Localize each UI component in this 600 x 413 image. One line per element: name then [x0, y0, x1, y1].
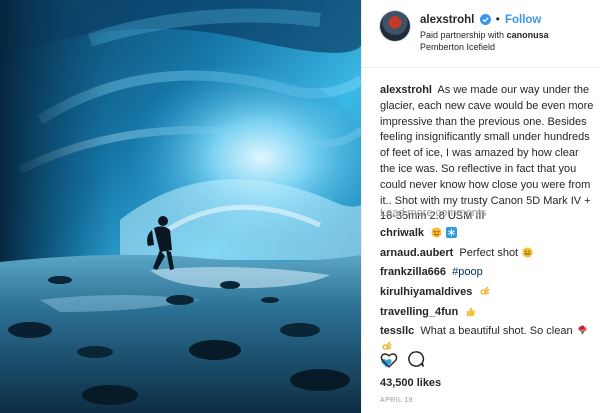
comment-username[interactable]: kirulhiyamaldives [380, 286, 472, 298]
post-photo[interactable] [0, 0, 361, 413]
likes-count[interactable]: 43,500 likes [380, 377, 441, 389]
caption-username[interactable]: alexstrohl [380, 84, 432, 96]
verified-badge-icon [479, 14, 491, 28]
post-caption: alexstrohl As we made our way under the … [380, 83, 594, 225]
like-heart-icon[interactable] [380, 352, 398, 371]
bouquet-icon [577, 325, 588, 340]
comment-username[interactable]: chriwalk [380, 227, 424, 239]
location-link[interactable]: Pemberton Icefield [420, 42, 495, 52]
comment-item: arnaud.aubert Perfect shot [380, 246, 594, 266]
action-bar [380, 350, 594, 372]
caption-text: As we made our way under the glacier, ea… [380, 84, 594, 223]
grinning-icon [522, 247, 533, 263]
comment-item: chriwalk [380, 226, 594, 246]
smiling-heart-eyes-icon [431, 227, 442, 243]
comment-username[interactable]: tessllc [380, 325, 414, 337]
avatar[interactable] [380, 11, 410, 41]
author-username[interactable]: alexstrohl [420, 14, 474, 26]
follow-button[interactable]: Follow [505, 14, 541, 26]
ok-hand-icon [479, 286, 490, 302]
comment-item: travelling_4fun [380, 305, 594, 325]
comment-text: What a beautiful shot. So clean [420, 325, 573, 338]
thumbs-up-icon [465, 306, 476, 322]
separator-dot: • [495, 14, 500, 26]
snowflake-icon [446, 227, 458, 243]
comment-item: kirulhiyamaldives [380, 285, 594, 305]
partnership-line: Paid partnership with canonusa [420, 30, 549, 40]
partnership-prefix: Paid partnership with [420, 30, 505, 40]
post-date[interactable]: APRIL 18 [380, 397, 413, 404]
instagram-post: alexstrohl • Follow Paid partnership wit… [0, 0, 600, 413]
post-side-panel: alexstrohl • Follow Paid partnership wit… [361, 0, 600, 413]
comment-username[interactable]: arnaud.aubert [380, 247, 453, 259]
load-more-comments-link[interactable]: Load more comments [380, 207, 486, 219]
hashtag-link[interactable]: #poop [452, 266, 483, 278]
partner-link[interactable]: canonusa [507, 30, 549, 40]
comment-username[interactable]: travelling_4fun [380, 306, 458, 318]
post-header: alexstrohl • Follow Paid partnership wit… [362, 0, 600, 68]
comment-username[interactable]: frankzilla666 [380, 266, 446, 278]
comment-item: frankzilla666 #poop [380, 265, 594, 285]
comment-bubble-icon[interactable] [407, 350, 425, 371]
comment-text: Perfect shot [459, 246, 519, 259]
comment-item: tessllc What a beautiful shot. So clean [380, 324, 594, 368]
ice-cave-image [0, 0, 361, 413]
comment-list: chriwalk arnaud.aubert Perfect shot fran… [380, 226, 594, 368]
header-user-line: alexstrohl • Follow [420, 14, 541, 28]
